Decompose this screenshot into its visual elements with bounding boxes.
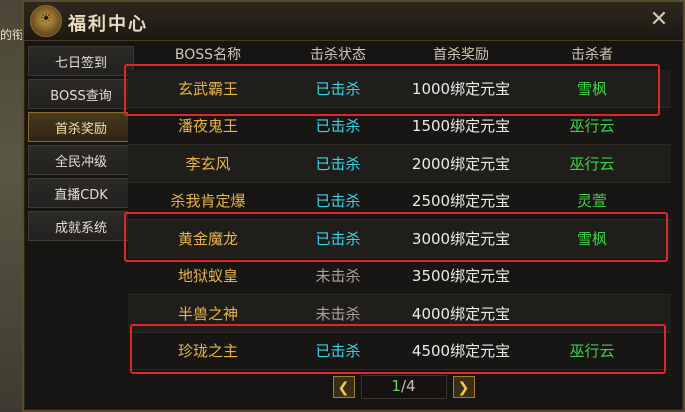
kill-status: 未击杀 [315,304,361,323]
reward-amount: 3500绑定元宝 [411,267,511,286]
boss-name: 杀我肯定爆 [170,192,246,211]
pagination: ❮ 1/4 ❯ [128,374,679,400]
emblem-icon: ☀ [30,5,62,37]
table-row: 地狱蚁皇 未击杀 3500绑定元宝 [128,257,671,295]
sidebar-item-boss-query[interactable]: BOSS查询 [28,79,134,109]
killer-name: 灵萱 [576,192,607,211]
kill-status: 已击杀 [315,342,361,361]
killer-name: 巫行云 [569,117,615,136]
table-row: 李玄风 已击杀 2000绑定元宝 巫行云 [128,145,671,183]
boss-name: 潘夜鬼王 [177,117,238,136]
killer-name: 雪枫 [576,229,607,248]
prev-page-button[interactable]: ❮ [332,376,355,398]
page-indicator: 1/4 [360,375,447,399]
sidebar-item-live-cdk[interactable]: 直播CDK [28,178,134,208]
boss-name: 黄金魔龙 [177,229,238,248]
boss-name: 玄武霸王 [177,79,238,98]
kill-status: 已击杀 [315,79,361,98]
table-row: 杀我肯定爆 已击杀 2500绑定元宝 灵萱 [128,182,671,220]
table-row: 半兽之神 未击杀 4000绑定元宝 [128,295,671,333]
sidebar-item-first-kill-reward[interactable]: 首杀奖励 [28,112,134,142]
boss-name: 李玄风 [185,154,231,173]
killer-name: 巫行云 [569,154,615,173]
reward-amount: 3000绑定元宝 [411,229,511,248]
boss-name: 珍珑之主 [177,342,238,361]
table-row: 珍珑之主 已击杀 4500绑定元宝 巫行云 [128,332,671,370]
sidebar-item-daily-signin[interactable]: 七日签到 [28,46,134,76]
sidebar-item-achievements[interactable]: 成就系统 [28,211,134,241]
table-row: 潘夜鬼王 已击杀 1500绑定元宝 巫行云 [128,107,671,145]
close-button[interactable]: ✕ [647,8,671,32]
boss-name: 半兽之神 [177,304,238,323]
kill-status: 已击杀 [315,117,361,136]
reward-amount: 1500绑定元宝 [411,117,511,136]
killer-name: 巫行云 [569,342,615,361]
header-kill-status: 击杀状态 [310,47,366,63]
sidebar-item-level-race[interactable]: 全民冲级 [28,145,134,175]
current-page: 1 [391,377,401,395]
boss-table: 玄武霸王 已击杀 1000绑定元宝 雪枫 潘夜鬼王 已击杀 1500绑定元宝 巫… [128,70,671,370]
kill-status: 未击杀 [315,267,361,286]
header-killer: 击杀者 [571,47,613,63]
reward-amount: 2000绑定元宝 [411,154,511,173]
kill-status: 已击杀 [315,229,361,248]
table-header: BOSS名称 击杀状态 首杀奖励 击杀者 [128,42,679,68]
boss-name: 地狱蚁皇 [177,267,238,286]
killer-name: 雪枫 [576,79,607,98]
title-bar: ☀ 福利中心 ✕ [24,2,683,41]
header-boss-name: BOSS名称 [174,47,242,63]
total-pages: 4 [406,377,416,395]
next-page-button[interactable]: ❯ [452,376,475,398]
reward-amount: 2500绑定元宝 [411,192,511,211]
table-row: 玄武霸王 已击杀 1000绑定元宝 雪枫 [128,70,671,108]
first-kill-panel: BOSS名称 击杀状态 首杀奖励 击杀者 玄武霸王 已击杀 1000绑定元宝 雪… [128,42,679,406]
kill-status: 已击杀 [315,192,361,211]
sidebar: 七日签到 BOSS查询 首杀奖励 全民冲级 直播CDK 成就系统 [28,46,134,402]
reward-amount: 4500绑定元宝 [411,342,511,361]
welfare-center-window: ☀ 福利中心 ✕ 七日签到 BOSS查询 首杀奖励 全民冲级 直播CDK 成就系… [22,0,685,412]
reward-amount: 4000绑定元宝 [411,304,511,323]
reward-amount: 1000绑定元宝 [411,79,511,98]
window-title: 福利中心 [68,14,148,35]
header-reward: 首杀奖励 [433,47,489,63]
kill-status: 已击杀 [315,154,361,173]
table-row: 黄金魔龙 已击杀 3000绑定元宝 雪枫 [128,220,671,258]
